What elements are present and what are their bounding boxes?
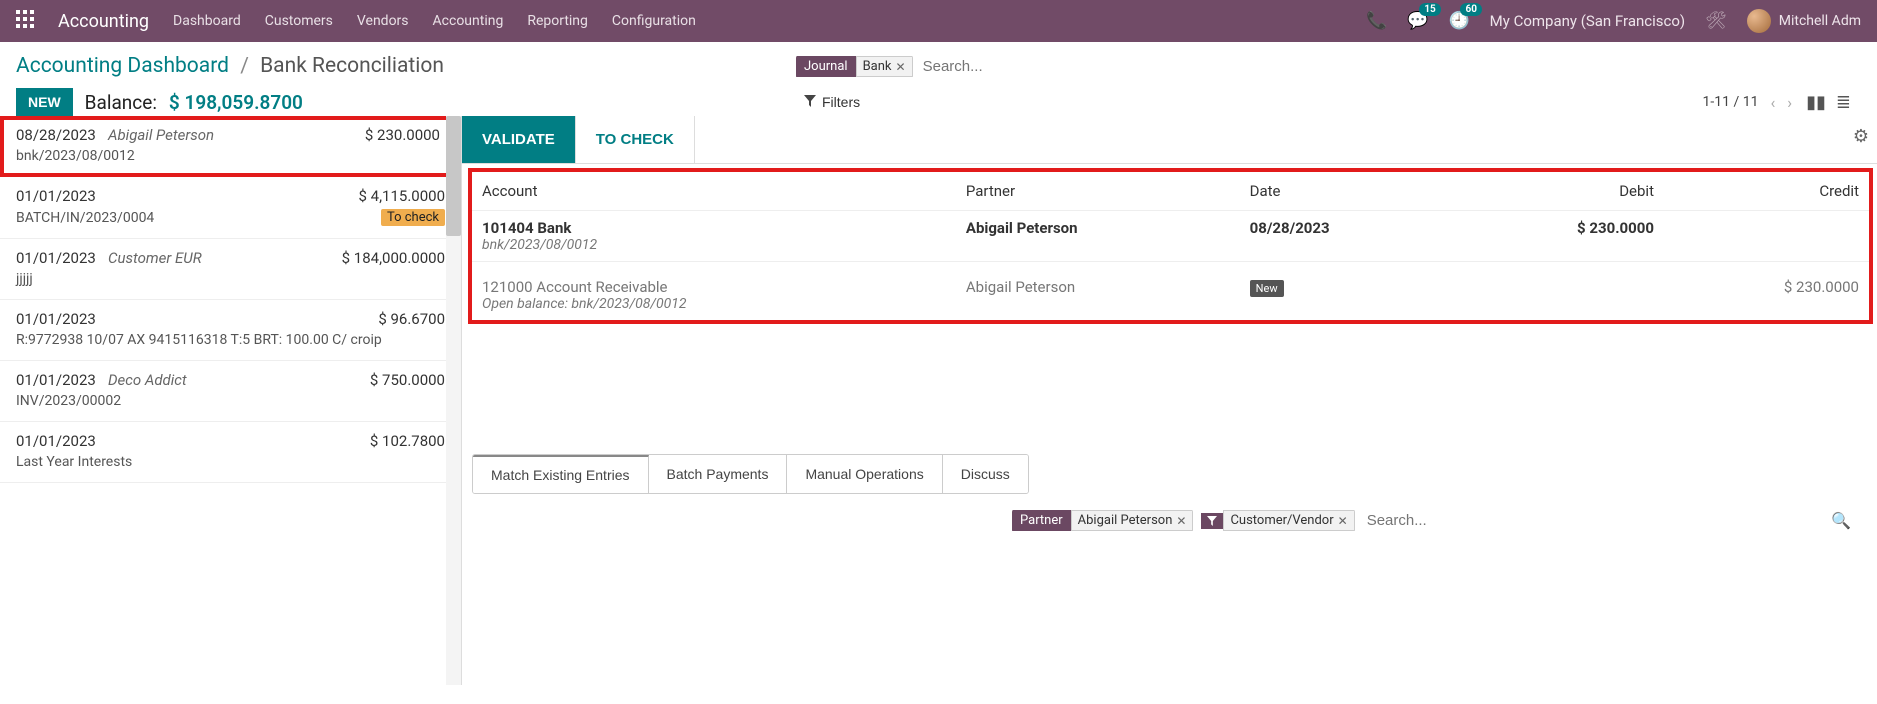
apps-icon[interactable] (16, 10, 34, 33)
activities-icon[interactable]: 🕘60 (1448, 11, 1469, 31)
search-chip-partner[interactable]: Partner Abigail Peterson✕ (1012, 509, 1193, 533)
list-item[interactable]: 01/01/2023$ 96.6700R:9772938 10/07 AX 94… (0, 300, 461, 361)
table-row[interactable]: 121000 Account Receivable Open balance: … (472, 262, 1869, 321)
breadcrumb-current: Bank Reconciliation (260, 54, 444, 78)
close-icon[interactable]: ✕ (1338, 514, 1348, 528)
activities-badge: 60 (1460, 3, 1481, 16)
nav-configuration[interactable]: Configuration (612, 13, 696, 29)
phone-icon[interactable]: 📞 (1366, 11, 1387, 31)
company-switcher[interactable]: My Company (San Francisco) (1490, 12, 1685, 30)
wrench-icon[interactable]: 🛠 (1705, 11, 1727, 31)
list-view-icon[interactable]: ≣ (1836, 92, 1851, 113)
pager-prev-icon[interactable]: ‹ (1770, 93, 1775, 112)
search-bar[interactable]: Journal Bank✕ (796, 54, 1861, 80)
tab-batch-payments[interactable]: Batch Payments (649, 455, 788, 493)
search-chip-filter[interactable]: Customer/Vendor✕ (1201, 509, 1354, 533)
messages-badge: 15 (1419, 3, 1440, 16)
messages-icon[interactable]: 💬15 (1407, 11, 1428, 31)
match-tabs: Match Existing Entries Batch Payments Ma… (472, 454, 1029, 494)
tab-match-existing[interactable]: Match Existing Entries (473, 455, 649, 493)
match-search-input[interactable] (1363, 508, 1570, 533)
nav-customers[interactable]: Customers (265, 13, 333, 29)
col-date: Date (1240, 172, 1455, 211)
nav-menu: Dashboard Customers Vendors Accounting R… (173, 13, 696, 29)
table-row[interactable]: 101404 Bank bnk/2023/08/0012 Abigail Pet… (472, 211, 1869, 262)
close-icon[interactable]: ✕ (896, 60, 906, 74)
breadcrumb: Accounting Dashboard / Bank Reconciliati… (16, 54, 796, 78)
user-name: Mitchell Adm (1779, 13, 1861, 29)
avatar (1747, 9, 1771, 33)
top-navbar: Accounting Dashboard Customers Vendors A… (0, 0, 1877, 42)
breadcrumb-root[interactable]: Accounting Dashboard (16, 54, 229, 78)
balance-value: $ 198,059.8700 (169, 91, 303, 114)
navbar-right: 📞 💬15 🕘60 My Company (San Francisco) 🛠 M… (1366, 9, 1861, 33)
funnel-icon (804, 94, 816, 110)
nav-accounting[interactable]: Accounting (433, 13, 504, 29)
match-search-bar[interactable]: Partner Abigail Peterson✕ Customer/Vendo… (472, 508, 1867, 533)
status-badge: To check (381, 209, 445, 226)
reconciliation-pane: VALIDATE TO CHECK ⚙ Account Partner Date… (462, 116, 1877, 685)
gear-icon[interactable]: ⚙ (1845, 116, 1877, 163)
main: 08/28/2023Abigail Peterson$ 230.0000bnk/… (0, 116, 1877, 685)
kanban-view-icon[interactable]: ▮▮ (1806, 92, 1826, 113)
pager: 1-11 / 11 ‹ › (1703, 93, 1793, 112)
tab-discuss[interactable]: Discuss (943, 455, 1028, 493)
list-item[interactable]: 01/01/2023$ 102.7800Last Year Interests (0, 422, 461, 483)
status-badge: New (1250, 280, 1284, 297)
scrollbar[interactable] (446, 116, 461, 685)
nav-dashboard[interactable]: Dashboard (173, 13, 241, 29)
list-item[interactable]: 01/01/2023$ 4,115.0000BATCH/IN/2023/0004… (0, 177, 461, 239)
balance-label: Balance: (85, 91, 157, 114)
close-icon[interactable]: ✕ (1176, 514, 1186, 528)
tab-manual-operations[interactable]: Manual Operations (787, 455, 942, 493)
list-item[interactable]: 01/01/2023Customer EUR$ 184,000.0000jjjj… (0, 239, 461, 300)
validate-button[interactable]: VALIDATE (462, 116, 576, 163)
search-icon[interactable]: 🔍 (1831, 511, 1867, 530)
statement-list[interactable]: 08/28/2023Abigail Peterson$ 230.0000bnk/… (0, 116, 462, 685)
app-title[interactable]: Accounting (58, 11, 149, 32)
action-tabs: VALIDATE TO CHECK ⚙ (462, 116, 1877, 164)
reconciliation-table: Account Partner Date Debit Credit 101404… (472, 172, 1869, 320)
nav-vendors[interactable]: Vendors (357, 13, 409, 29)
list-item[interactable]: 08/28/2023Abigail Peterson$ 230.0000bnk/… (0, 116, 461, 177)
reconciliation-lines-highlight: Account Partner Date Debit Credit 101404… (468, 168, 1873, 324)
user-menu[interactable]: Mitchell Adm (1747, 9, 1861, 33)
sub-header: Accounting Dashboard / Bank Reconciliati… (0, 42, 1877, 116)
col-partner: Partner (956, 172, 1240, 211)
list-item[interactable]: 01/01/2023Deco Addict$ 750.0000INV/2023/… (0, 361, 461, 422)
tocheck-button[interactable]: TO CHECK (576, 116, 695, 163)
funnel-icon (1201, 513, 1223, 529)
filters-button[interactable]: Filters (796, 90, 868, 114)
search-chip-journal[interactable]: Journal Bank✕ (796, 55, 913, 79)
pager-next-icon[interactable]: › (1787, 93, 1792, 112)
pager-text: 1-11 / 11 (1703, 94, 1759, 110)
search-input[interactable] (919, 54, 1861, 79)
col-debit: Debit (1455, 172, 1664, 211)
col-account: Account (472, 172, 956, 211)
col-credit: Credit (1664, 172, 1869, 211)
new-button[interactable]: NEW (16, 88, 73, 116)
nav-reporting[interactable]: Reporting (527, 13, 588, 29)
